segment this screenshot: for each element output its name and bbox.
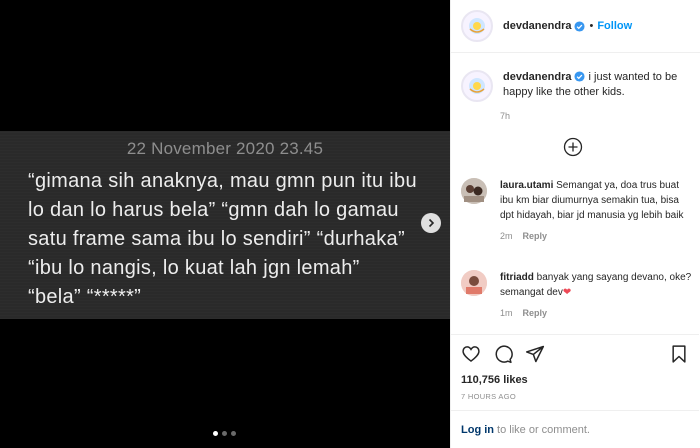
login-prompt-text: to like or comment. (494, 424, 590, 436)
comment-username[interactable]: laura.utami (500, 180, 553, 191)
comment-timestamp: 2m (500, 231, 513, 241)
user-photo-icon (461, 178, 487, 204)
bookmark-icon[interactable] (669, 344, 689, 364)
avatar[interactable] (461, 10, 493, 42)
post-timestamp: 7 HOURS AGO (461, 392, 516, 401)
avatar[interactable] (461, 70, 493, 102)
post-header: devdanendra • Follow (451, 0, 700, 53)
comment-meta: 1m Reply (500, 306, 693, 321)
action-bar (461, 344, 689, 364)
verified-badge-icon (574, 71, 586, 82)
comment-body: laura.utami Semangat ya, doa trus buat i… (500, 178, 693, 244)
comment-icon[interactable] (493, 344, 513, 364)
reply-button[interactable]: Reply (523, 231, 548, 241)
post-sidebar: devdanendra • Follow devdanendra i just … (450, 0, 700, 448)
note-text: “gimana sih anaknya, mau gmn pun itu ibu… (28, 170, 417, 308)
post-caption: devdanendra i just wanted to be happy li… (461, 70, 691, 102)
sunny-avatar-icon (469, 18, 485, 34)
follow-button[interactable]: Follow (597, 20, 632, 32)
verified-badge-icon (574, 20, 586, 32)
reply-button[interactable]: Reply (523, 308, 548, 318)
comment-item: laura.utami Semangat ya, doa trus buat i… (461, 178, 693, 244)
caption-timestamp: 7h (500, 111, 511, 121)
caption-username[interactable]: devdanendra (503, 71, 571, 83)
carousel-indicator (213, 431, 236, 436)
sunny-avatar-icon (469, 78, 485, 94)
chevron-right-icon (428, 218, 435, 228)
login-prompt: Log in to like or comment. (451, 410, 699, 448)
likes-count[interactable]: 110,756 likes (461, 374, 689, 386)
post-actions: 110,756 likes 7 HOURS AGO (451, 334, 699, 401)
heart-icon[interactable] (461, 344, 481, 364)
carousel-dot (213, 431, 218, 436)
comment-username[interactable]: fitriadd (500, 272, 534, 283)
note-screenshot: 22 November 2020 23.45 “gimana sih anakn… (0, 131, 450, 319)
share-icon[interactable] (525, 344, 545, 364)
comment-item: fitriadd banyak yang sayang devano, oke?… (461, 270, 693, 321)
separator-dot: • (589, 20, 594, 32)
login-link[interactable]: Log in (461, 424, 494, 436)
avatar[interactable] (461, 270, 487, 296)
comment-timestamp: 1m (500, 308, 513, 318)
heart-emoji: ❤ (562, 287, 572, 298)
avatar[interactable] (461, 178, 487, 204)
post-media: 22 November 2020 23.45 “gimana sih anakn… (0, 0, 450, 448)
caption-body: devdanendra i just wanted to be happy li… (503, 70, 691, 102)
header-username[interactable]: devdanendra (503, 20, 571, 32)
comment-meta: 2m Reply (500, 229, 693, 244)
next-slide-button[interactable] (421, 213, 441, 233)
note-date: 22 November 2020 23.45 (126, 139, 324, 158)
carousel-dot (231, 431, 236, 436)
load-more-comments-icon[interactable] (563, 137, 583, 157)
user-photo-icon (461, 270, 487, 296)
comment-body: fitriadd banyak yang sayang devano, oke?… (500, 270, 693, 321)
carousel-dot (222, 431, 227, 436)
